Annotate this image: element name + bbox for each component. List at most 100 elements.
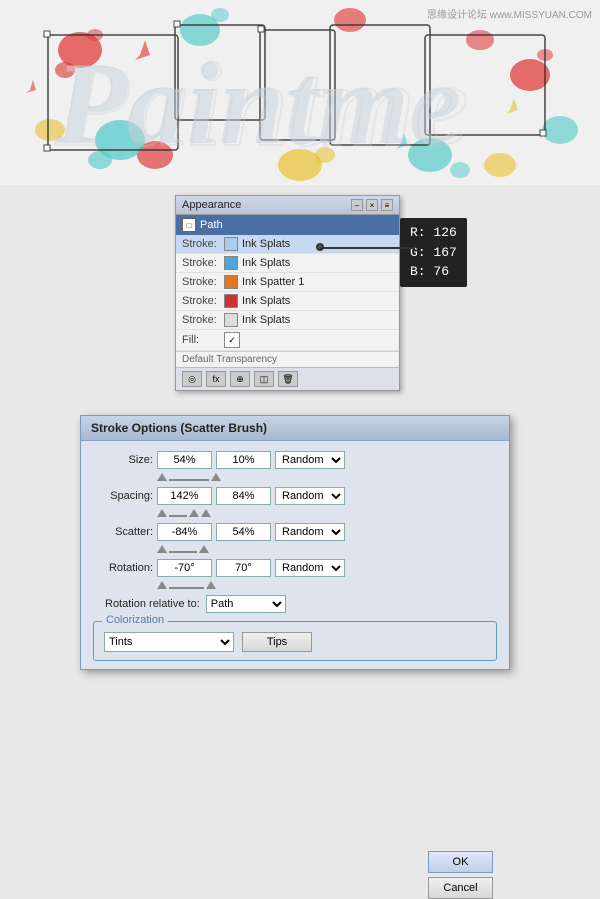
panel-title: Appearance — [182, 199, 241, 211]
panel-minimize-btn[interactable]: – — [351, 199, 363, 211]
size-input-1[interactable] — [157, 451, 212, 469]
spacing-tri-2[interactable] — [189, 509, 199, 517]
appearance-panel: Appearance – × ≡ □ Path Stroke: Ink Spla… — [175, 195, 400, 391]
spacing-tri-3[interactable] — [201, 509, 211, 517]
rotation-slider[interactable] — [157, 581, 216, 589]
panel-toolbar: ◎ fx ⊕ ◫ 🗑 — [176, 367, 399, 390]
g-value: 167 — [433, 245, 456, 260]
fill-icon: ✓ — [224, 332, 240, 348]
stroke-text-1: Ink Splats — [242, 238, 290, 250]
scatter-dropdown[interactable]: Random — [275, 523, 345, 541]
panel-titlebar: Appearance – × ≡ — [176, 196, 399, 215]
stroke-row-5[interactable]: Stroke: Ink Splats — [176, 311, 399, 330]
fill-row[interactable]: Fill: ✓ — [176, 330, 399, 351]
connector-line — [320, 247, 415, 249]
spacing-row: Spacing: Random — [93, 487, 497, 505]
stroke-label-3: Stroke: — [182, 276, 220, 288]
rotation-input-1[interactable] — [157, 559, 212, 577]
stroke-label-1: Stroke: — [182, 238, 220, 250]
colorization-section: Colorization Tints Tips — [93, 621, 497, 661]
fill-label: Fill: — [182, 334, 220, 346]
color-swatch-2 — [224, 256, 238, 270]
stroke-label-4: Stroke: — [182, 295, 220, 307]
size-tri-up-1[interactable] — [157, 473, 167, 481]
color-swatch-5 — [224, 313, 238, 327]
spacing-slider[interactable] — [157, 509, 211, 517]
size-label: Size: — [93, 454, 153, 466]
size-row: Size: Random — [93, 451, 497, 469]
stroke-row-2[interactable]: Stroke: Ink Splats — [176, 254, 399, 273]
colorization-row: Tints Tips — [104, 632, 486, 652]
size-tri-up-2[interactable] — [211, 473, 221, 481]
rotation-row: Rotation: Random — [93, 559, 497, 577]
rotation-dropdown[interactable]: Random — [275, 559, 345, 577]
spacing-slider-row — [93, 509, 497, 517]
scatter-slider-row — [93, 545, 497, 553]
scatter-label: Scatter: — [93, 526, 153, 538]
panel-menu-btn[interactable]: ≡ — [381, 199, 393, 211]
stroke-label-5: Stroke: — [182, 314, 220, 326]
panel-controls: – × ≡ — [351, 199, 393, 211]
canvas-area: 思缘设计论坛 www.MISSYUAN.COM — [0, 0, 600, 185]
dialog-titlebar: Stroke Options (Scatter Brush) — [81, 416, 509, 441]
stroke-text-4: Ink Splats — [242, 295, 290, 307]
ok-button[interactable]: OK — [428, 851, 493, 873]
r-value: 126 — [433, 225, 456, 240]
scatter-input-1[interactable] — [157, 523, 212, 541]
rotation-slider-row — [93, 581, 497, 589]
panel-footer-text: Default Transparency — [176, 351, 399, 367]
scatter-tri-1[interactable] — [157, 545, 167, 553]
stroke-row-3[interactable]: Stroke: Ink Spatter 1 — [176, 273, 399, 292]
tips-button[interactable]: Tips — [242, 632, 312, 652]
dialog-body: OK Cancel Size: Random Spacing: — [81, 441, 509, 669]
size-input-2[interactable] — [216, 451, 271, 469]
toolbar-add-btn[interactable]: ◎ — [182, 371, 202, 387]
spacing-dropdown[interactable]: Random — [275, 487, 345, 505]
panel-path-row[interactable]: □ Path — [176, 215, 399, 235]
spacing-input-1[interactable] — [157, 487, 212, 505]
toolbar-copy-btn[interactable]: ⊕ — [230, 371, 250, 387]
b-value: 76 — [433, 264, 449, 279]
scatter-input-2[interactable] — [216, 523, 271, 541]
paint-splatters: Paintme Paintme — [0, 0, 600, 185]
spacing-tri-1[interactable] — [157, 509, 167, 517]
rotation-relative-label: Rotation relative to: — [105, 598, 200, 610]
stroke-options-dialog: Stroke Options (Scatter Brush) OK Cancel… — [80, 415, 510, 670]
color-swatch-4 — [224, 294, 238, 308]
spacing-label: Spacing: — [93, 490, 153, 502]
stroke-text-2: Ink Splats — [242, 257, 290, 269]
path-label: Path — [200, 219, 223, 231]
toolbar-fx-btn[interactable]: fx — [206, 371, 226, 387]
color-tooltip: R: 126 G: 167 B: 76 — [400, 218, 467, 287]
size-slider[interactable] — [157, 473, 221, 481]
toolbar-delete-btn[interactable]: 🗑 — [278, 371, 298, 387]
rotation-label: Rotation: — [93, 562, 153, 574]
panel-body: Stroke: Ink Splats Stroke: Ink Splats St… — [176, 235, 399, 390]
svg-text:Paintme: Paintme — [54, 38, 461, 169]
color-swatch-3 — [224, 275, 238, 289]
path-icon: □ — [182, 218, 196, 232]
scatter-slider[interactable] — [157, 545, 209, 553]
stroke-text-5: Ink Splats — [242, 314, 290, 326]
spacing-input-2[interactable] — [216, 487, 271, 505]
scatter-row: Scatter: Random — [93, 523, 497, 541]
dialog-buttons: OK Cancel — [428, 851, 493, 899]
toolbar-duplicate-btn[interactable]: ◫ — [254, 371, 274, 387]
rotation-relative-select[interactable]: Path — [206, 595, 286, 613]
scatter-tri-2[interactable] — [199, 545, 209, 553]
stroke-row-4[interactable]: Stroke: Ink Splats — [176, 292, 399, 311]
cancel-button[interactable]: Cancel — [428, 877, 493, 899]
rotation-input-2[interactable] — [216, 559, 271, 577]
rotation-tri-1[interactable] — [157, 581, 167, 589]
colorization-method-select[interactable]: Tints — [104, 632, 234, 652]
size-slider-row — [93, 473, 497, 481]
stroke-row-1[interactable]: Stroke: Ink Splats — [176, 235, 399, 254]
stroke-text-3: Ink Spatter 1 — [242, 276, 304, 288]
b-label: B: — [410, 264, 433, 279]
color-swatch-1 — [224, 237, 238, 251]
rotation-tri-2[interactable] — [206, 581, 216, 589]
colorization-legend: Colorization — [102, 614, 168, 626]
rotation-relative-row: Rotation relative to: Path — [93, 595, 497, 613]
panel-close-btn[interactable]: × — [366, 199, 378, 211]
size-dropdown[interactable]: Random — [275, 451, 345, 469]
